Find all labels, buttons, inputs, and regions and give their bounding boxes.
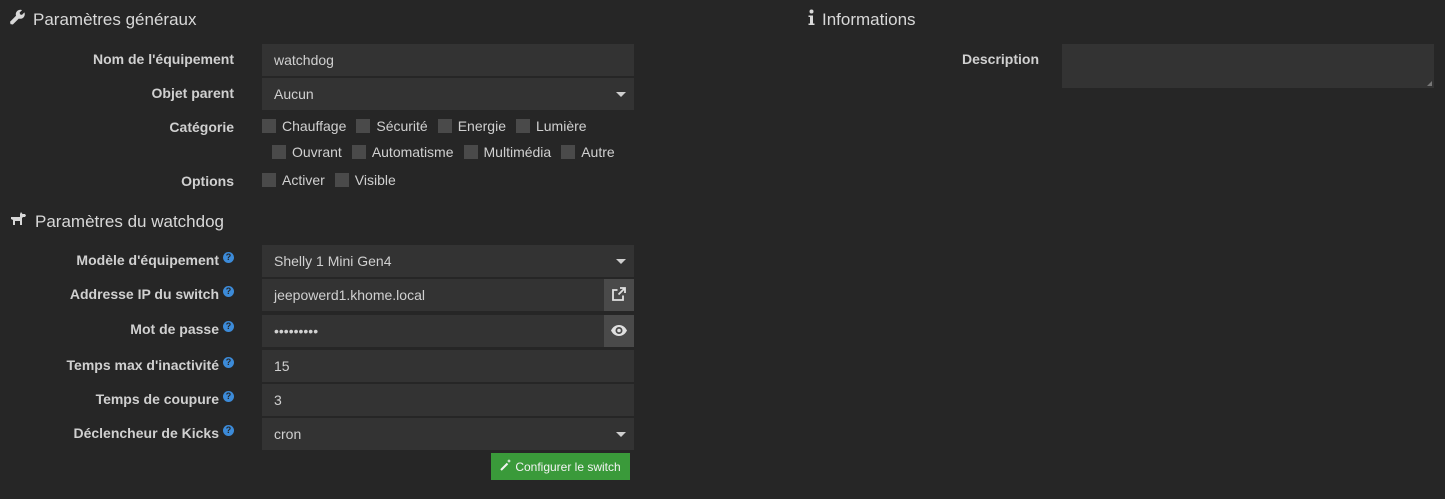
password-input[interactable]: ••••••••• [262,315,604,347]
category-multimedia[interactable]: Multimédia [463,144,551,160]
checkbox[interactable] [351,145,366,159]
category-lumiere[interactable]: Lumière [515,118,587,134]
external-link-icon [612,286,626,304]
idle-time-label: Temps max d'inactivité? [67,357,234,373]
checkbox[interactable] [272,145,286,159]
magic-wand-icon [500,459,512,474]
help-icon[interactable]: ? [223,357,234,368]
parent-object-label: Objet parent [151,85,234,101]
option-visible[interactable]: Visible [334,172,396,188]
checkbox[interactable] [262,173,276,187]
kick-trigger-select[interactable]: cron [262,418,634,450]
equipment-name-input[interactable]: watchdog [262,44,634,76]
options-row: Activer Visible [262,172,406,188]
category-energie[interactable]: Energie [437,118,506,134]
general-title-text: Paramètres généraux [33,10,197,29]
help-icon[interactable]: ? [223,321,234,332]
watchdog-section-title: Paramètres du watchdog [9,211,224,233]
cut-time-input[interactable]: 3 [262,384,634,416]
category-securite[interactable]: Sécurité [356,118,428,134]
checkbox[interactable] [463,145,478,159]
watchdog-title-text: Paramètres du watchdog [35,212,224,231]
kick-trigger-label: Déclencheur de Kicks? [73,425,234,441]
parent-object-select[interactable]: Aucun [262,78,634,110]
checkbox[interactable] [515,119,530,133]
category-row-2: Ouvrant Automatisme Multimédia Autre [272,144,625,160]
cut-time-label: Temps de coupure? [96,391,234,407]
info-title-text: Informations [822,10,916,29]
checkbox[interactable] [262,119,276,133]
category-label: Catégorie [169,119,234,135]
category-row-1: Chauffage Sécurité Energie Lumière [262,118,597,134]
category-autre[interactable]: Autre [561,144,615,160]
info-icon [807,9,815,31]
options-label: Options [181,173,234,189]
model-label: Modèle d'équipement? [76,252,234,268]
model-select[interactable]: Shelly 1 Mini Gen4 [262,245,634,277]
checkbox[interactable] [356,119,371,133]
help-icon[interactable]: ? [223,252,234,263]
ip-label: Addresse IP du switch? [70,286,234,302]
info-section-title: Informations [807,9,916,31]
open-external-button[interactable] [604,279,634,311]
dog-icon [9,211,28,233]
help-icon[interactable]: ? [223,425,234,436]
general-section-title: Paramètres généraux [9,9,196,31]
description-label: Description [962,51,1040,67]
help-icon[interactable]: ? [223,391,234,402]
checkbox[interactable] [561,145,576,159]
category-chauffage[interactable]: Chauffage [262,118,346,134]
password-label: Mot de passe? [130,321,234,337]
description-textarea[interactable] [1062,44,1434,88]
checkbox[interactable] [437,119,452,133]
checkbox[interactable] [334,173,349,187]
category-ouvrant[interactable]: Ouvrant [272,144,342,160]
option-activer[interactable]: Activer [262,172,325,188]
equipment-name-label: Nom de l'équipement [92,51,234,67]
eye-icon [611,323,627,339]
idle-time-input[interactable]: 15 [262,350,634,382]
configure-switch-label: Configurer le switch [515,459,621,474]
show-password-button[interactable] [604,315,634,347]
ip-input[interactable]: jeepowerd1.khome.local [262,279,604,311]
category-automatisme[interactable]: Automatisme [351,144,454,160]
configure-switch-button[interactable]: Configurer le switch [491,453,630,480]
wrench-icon [9,9,26,31]
resize-grip-icon[interactable] [1427,81,1432,86]
help-icon[interactable]: ? [223,286,234,297]
